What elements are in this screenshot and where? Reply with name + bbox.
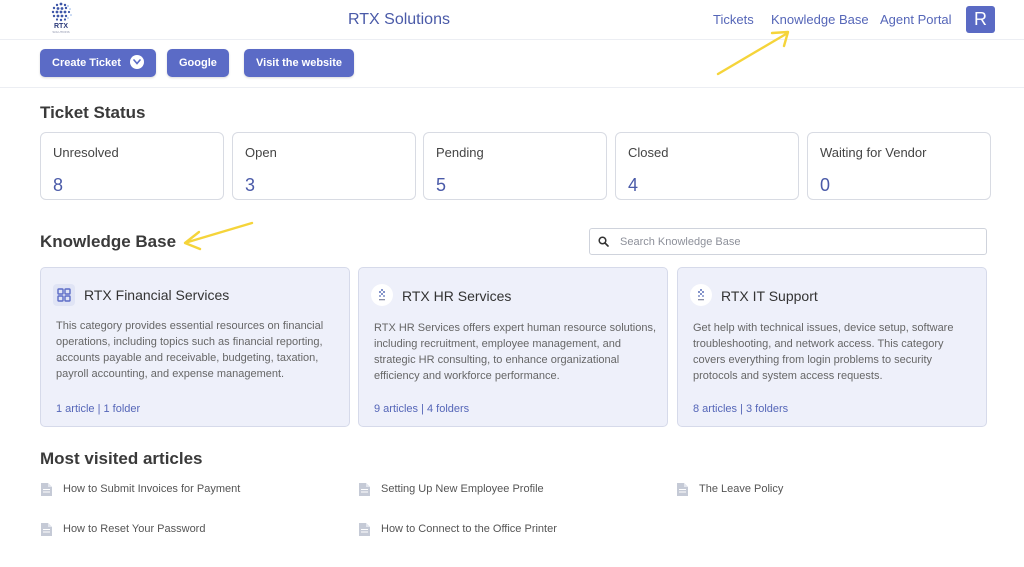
grid-icon	[53, 284, 75, 306]
rtx-logo[interactable]: RTX SOLUTIONS	[48, 1, 74, 34]
visit-website-button[interactable]: Visit the website	[244, 49, 354, 77]
most-visited-title: Most visited articles	[40, 449, 203, 468]
kb-category-financial-services[interactable]: RTX Financial Services This category pro…	[40, 267, 350, 427]
nav-tickets[interactable]: Tickets	[713, 12, 754, 27]
document-icon	[359, 483, 370, 496]
kb-category-it-support[interactable]: RTX IT Support Get help with technical i…	[677, 267, 987, 427]
document-icon	[359, 523, 370, 536]
stat-value: 4	[628, 175, 639, 195]
kb-category-meta[interactable]: 1 article | 1 folder	[56, 403, 140, 415]
rtx-logo-icon	[690, 284, 712, 306]
search-input[interactable]	[620, 233, 980, 251]
document-icon	[41, 523, 52, 536]
kb-category-description: This category provides essential resourc…	[56, 320, 324, 380]
create-ticket-button[interactable]: Create Ticket	[40, 49, 156, 77]
stat-value: 5	[436, 175, 447, 195]
ticket-status-title: Ticket Status	[40, 103, 146, 122]
stat-label: Unresolved	[53, 145, 119, 160]
article-title: The Leave Policy	[699, 483, 784, 495]
nav-knowledge-base[interactable]: Knowledge Base	[771, 12, 869, 27]
stat-label: Waiting for Vendor	[820, 145, 927, 160]
annotation-arrow-icon	[716, 30, 790, 76]
kb-category-description: RTX HR Services offers expert human reso…	[374, 322, 657, 382]
stat-label: Closed	[628, 145, 669, 160]
stat-card-pending[interactable]: Pending 5	[423, 132, 607, 200]
stat-value: 8	[53, 175, 64, 195]
article-title: Setting Up New Employee Profile	[381, 483, 544, 495]
kb-category-meta[interactable]: 9 articles | 4 folders	[374, 403, 469, 415]
stat-card-open[interactable]: Open 3	[232, 132, 416, 200]
kb-category-title: RTX Financial Services	[84, 287, 230, 303]
google-button[interactable]: Google	[167, 49, 229, 77]
search-icon	[598, 236, 609, 247]
logo-text: RTX	[54, 23, 68, 30]
document-icon	[41, 483, 52, 496]
nav-agent-portal[interactable]: Agent Portal	[880, 12, 952, 27]
kb-category-title: RTX IT Support	[721, 288, 818, 304]
create-ticket-label: Create Ticket	[52, 57, 121, 69]
stat-card-closed[interactable]: Closed 4	[615, 132, 799, 200]
knowledge-base-title: Knowledge Base	[40, 232, 177, 251]
chevron-down-icon	[129, 55, 144, 70]
stat-label: Pending	[436, 145, 484, 160]
stat-label: Open	[245, 145, 277, 160]
article-title: How to Reset Your Password	[63, 523, 206, 535]
stat-value: 3	[245, 175, 256, 195]
globe-dots-icon	[51, 2, 72, 22]
kb-category-hr-services[interactable]: RTX HR Services RTX HR Services offers e…	[358, 267, 668, 427]
article-title: How to Connect to the Office Printer	[381, 523, 557, 535]
article-title: How to Submit Invoices for Payment	[63, 483, 241, 495]
kb-category-description: Get help with technical issues, device s…	[693, 322, 954, 382]
rtx-logo-icon	[371, 284, 393, 306]
stat-card-unresolved[interactable]: Unresolved 8	[40, 132, 224, 200]
brand-title[interactable]: RTX Solutions	[348, 11, 450, 29]
kb-category-title: RTX HR Services	[402, 288, 512, 304]
stat-card-waiting-for-vendor[interactable]: Waiting for Vendor 0	[807, 132, 991, 200]
action-toolbar: Create Ticket Google Visit the website	[0, 40, 1024, 88]
stat-value: 0	[820, 175, 831, 195]
top-header: RTX SOLUTIONS RTX Solutions Tickets Know…	[0, 0, 1024, 40]
avatar[interactable]: R	[966, 6, 995, 33]
knowledge-base-search[interactable]	[589, 228, 987, 255]
kb-category-meta[interactable]: 8 articles | 3 folders	[693, 403, 788, 415]
logo-subtext: SOLUTIONS	[52, 30, 70, 34]
document-icon	[677, 483, 688, 496]
annotation-arrow-icon	[183, 221, 254, 251]
